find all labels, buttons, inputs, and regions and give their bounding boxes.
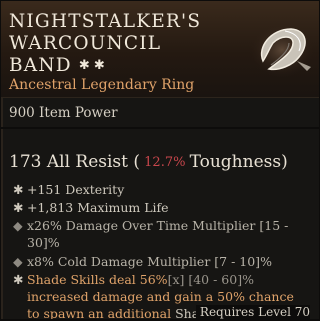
item-name-line-1: NIGHTSTALKER'S xyxy=(9,11,202,32)
affix-text: x26% Damage Over Time Multiplier [15 - xyxy=(27,218,289,233)
affix-line: ✱ +151 Dexterity xyxy=(13,181,124,198)
affix-line-continued: 30]% xyxy=(27,234,60,251)
implicit-stat-prefix: 173 All Resist ( xyxy=(9,152,141,172)
aspect-text: increased damage and gain a 50% chance xyxy=(27,289,294,304)
implicit-stat: 173 All Resist ( 12.7% Toughness) xyxy=(9,152,288,172)
affix-line: ◆ x26% Damage Over Time Multiplier [15 - xyxy=(13,217,288,234)
item-tooltip: NIGHTSTALKER'S WARCOUNCIL BAND ✱ ✱ Ances… xyxy=(1,1,319,319)
affix-line: ◆ x8% Cold Damage Multiplier [7 - 10]% xyxy=(13,253,272,270)
upgrade-stars: ✱ ✱ xyxy=(78,58,105,73)
affix-text: 30]% xyxy=(27,235,60,250)
greater-affix-icon: ✱ xyxy=(13,200,24,215)
item-name-line-2: WARCOUNCIL xyxy=(9,33,162,54)
affix-diamond-icon: ◆ xyxy=(13,254,23,269)
ring-icon xyxy=(250,23,314,77)
section-divider xyxy=(1,127,319,129)
legendary-aspect-icon: ✱ xyxy=(13,272,24,287)
affix-line: ✱ +1,813 Maximum Life xyxy=(13,199,169,216)
aspect-value: 56% xyxy=(139,272,168,287)
item-name: NIGHTSTALKER'S WARCOUNCIL BAND ✱ ✱ xyxy=(9,11,209,77)
affix-text: +151 Dexterity xyxy=(27,182,125,197)
aspect-text: Shade Skills deal xyxy=(27,272,140,287)
item-type: Ancestral Legendary Ring xyxy=(9,77,195,93)
implicit-stat-suffix: Toughness) xyxy=(189,152,288,172)
aspect-text: to spawn an additional xyxy=(27,306,176,319)
tooltip-header: NIGHTSTALKER'S WARCOUNCIL BAND ✱ ✱ Ances… xyxy=(1,1,319,98)
implicit-stat-range: 12.7% xyxy=(140,155,190,170)
affix-text: x8% Cold Damage Multiplier [7 - 10]% xyxy=(27,254,272,269)
affix-diamond-icon: ◆ xyxy=(13,218,23,233)
requires-level: Requires Level 70 xyxy=(195,305,310,319)
affix-text: +1,813 Maximum Life xyxy=(27,200,169,215)
item-name-line-3: BAND xyxy=(9,55,72,76)
legendary-aspect: ✱ Shade Skills deal 56%[x] [40 - 60]% xyxy=(13,271,254,288)
aspect-text-line-3: to spawn an additional Shade. xyxy=(27,305,219,319)
aspect-range: [x] [40 - 60]% xyxy=(167,272,254,287)
item-name-line-3-wrap: BAND ✱ ✱ xyxy=(9,55,209,77)
greater-affix-icon: ✱ xyxy=(13,182,24,197)
item-power: 900 Item Power xyxy=(9,105,118,121)
